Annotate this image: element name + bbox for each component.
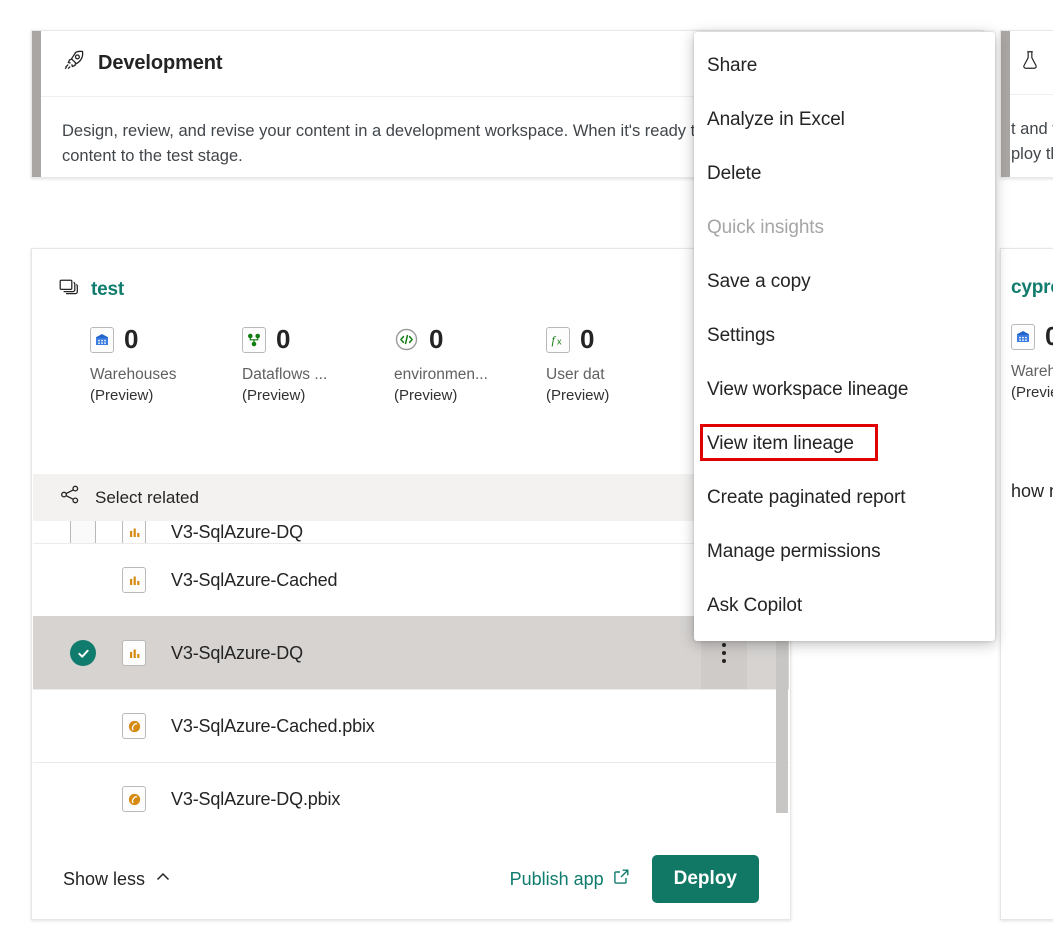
- context-menu[interactable]: Share Analyze in Excel Delete Quick insi…: [694, 32, 995, 641]
- metrics-development: 0 Warehouses (Preview) 0: [32, 302, 790, 406]
- stage-title-development: Development: [98, 52, 223, 75]
- rocket-icon: [62, 49, 86, 78]
- list-item[interactable]: V3-SqlAzure-DQ: [33, 521, 789, 543]
- dataflow-icon: [242, 327, 266, 353]
- menu-item-delete[interactable]: Delete: [694, 147, 995, 201]
- svg-text:x: x: [557, 337, 562, 347]
- menu-item-share[interactable]: Share: [694, 39, 995, 93]
- item-checkbox[interactable]: [33, 521, 111, 543]
- list-item-name: V3-SqlAzure-DQ: [157, 643, 303, 664]
- show-more-test[interactable]: how m: [1011, 481, 1053, 502]
- stage-accent-bar: [32, 31, 41, 177]
- warehouse-icon: [90, 327, 114, 353]
- metric-count-test: 0: [1045, 321, 1053, 352]
- metric-warehouses[interactable]: 0 Warehouses (Preview): [90, 324, 242, 406]
- workspace-name-test: cypres: [1011, 277, 1053, 299]
- metric-count-environments: 0: [429, 324, 443, 355]
- metric-environments[interactable]: 0 environmen... (Preview): [394, 324, 546, 406]
- metric-label-test: Wareh: [1011, 361, 1053, 382]
- warehouse-icon: [1011, 324, 1035, 350]
- flask-icon: [1019, 49, 1041, 76]
- metric-label-user-data-functions: User dat: [546, 364, 698, 385]
- list-item[interactable]: V3-SqlAzure-Cached.pbix: [33, 689, 789, 762]
- list-item[interactable]: V3-SqlAzure-DQ.pbix: [33, 762, 789, 835]
- metric-preview-test: (Previe: [1011, 382, 1053, 403]
- environment-icon: [394, 327, 419, 352]
- deploy-button[interactable]: Deploy: [652, 855, 759, 903]
- metric-dataflows[interactable]: 0 Dataflows ... (Preview): [242, 324, 394, 406]
- list-item-name: V3-SqlAzure-Cached: [157, 570, 337, 591]
- external-link-icon: [613, 868, 630, 890]
- semantic-model-icon: [111, 713, 157, 739]
- chevron-up-icon: [154, 868, 172, 891]
- report-icon: [111, 521, 157, 543]
- metric-count-warehouses: 0: [124, 324, 138, 355]
- select-related-bar: Select related 1 s: [33, 474, 789, 521]
- more-vertical-icon: [722, 643, 726, 663]
- menu-item-view-workspace-lineage[interactable]: View workspace lineage: [694, 363, 995, 417]
- menu-item-quick-insights: Quick insights: [694, 201, 995, 255]
- list-item[interactable]: V3-SqlAzure-Cached: [33, 543, 789, 616]
- related-items-list[interactable]: V3-SqlAzure-DQ V3-SqlAzure-Cached: [33, 521, 789, 841]
- workspace-icon: [58, 277, 80, 302]
- menu-item-create-paginated-report[interactable]: Create paginated report: [694, 471, 995, 525]
- menu-item-ask-copilot[interactable]: Ask Copilot: [694, 579, 995, 633]
- report-icon: [111, 640, 157, 666]
- content-card-test: cypres 0 Wareh (Previe how m: [1000, 248, 1053, 920]
- item-selected-check[interactable]: [33, 640, 111, 666]
- metric-label-dataflows: Dataflows ...: [242, 364, 394, 385]
- report-icon: [111, 567, 157, 593]
- workspace-name-development: test: [91, 279, 124, 301]
- menu-item-analyze-in-excel[interactable]: Analyze in Excel: [694, 93, 995, 147]
- metric-label-warehouses: Warehouses: [90, 364, 242, 385]
- checkmark-icon: [70, 640, 96, 666]
- list-item-selected[interactable]: V3-SqlAzure-DQ: [33, 616, 789, 689]
- content-card-development: test 0 Warehouses (Preview): [31, 248, 791, 920]
- workspace-row-test[interactable]: cypres: [1001, 249, 1053, 299]
- list-scrollbar-thumb[interactable]: [776, 641, 788, 813]
- workspace-row-development[interactable]: test: [32, 249, 790, 302]
- metric-preview-dataflows: (Preview): [242, 385, 394, 406]
- card-footer: Show less Publish app Deploy: [33, 840, 789, 918]
- list-item-name: V3-SqlAzure-DQ.pbix: [157, 789, 340, 810]
- metric-preview-environments: (Preview): [394, 385, 546, 406]
- menu-item-view-item-lineage[interactable]: View item lineage: [694, 417, 995, 471]
- menu-item-save-a-copy[interactable]: Save a copy: [694, 255, 995, 309]
- test-desc-line1: t and v: [1011, 120, 1053, 138]
- stage-accent-bar-test: [1001, 31, 1010, 177]
- list-item-name: V3-SqlAzure-DQ: [157, 522, 303, 543]
- show-less-button[interactable]: Show less: [33, 868, 172, 891]
- list-item-name: V3-SqlAzure-Cached.pbix: [157, 716, 375, 737]
- semantic-model-icon: [111, 786, 157, 812]
- user-data-function-icon: f x: [546, 327, 570, 353]
- metric-preview-warehouses: (Preview): [90, 385, 242, 406]
- select-related-label: Select related: [95, 488, 199, 508]
- metric-preview-user-data-functions: (Preview): [546, 385, 698, 406]
- metric-count-dataflows: 0: [276, 324, 290, 355]
- deployment-pipeline-screen: Development Design, review, and revise y…: [0, 0, 1053, 949]
- test-desc-line2: ploy the: [1011, 145, 1053, 163]
- metric-warehouses-test[interactable]: 0 Wareh (Previe: [1011, 321, 1053, 403]
- publish-app-button[interactable]: Publish app: [510, 868, 630, 890]
- show-less-label: Show less: [63, 869, 145, 890]
- metric-user-data-functions[interactable]: f x 0 User dat (Preview): [546, 324, 698, 406]
- metric-count-user-data-functions: 0: [580, 324, 594, 355]
- svg-text:f: f: [551, 333, 556, 347]
- publish-app-label: Publish app: [510, 869, 604, 890]
- menu-item-manage-permissions[interactable]: Manage permissions: [694, 525, 995, 579]
- menu-item-settings[interactable]: Settings: [694, 309, 995, 363]
- metric-label-environments: environmen...: [394, 364, 546, 385]
- stage-card-test: Test t and v ploy the: [1000, 30, 1053, 178]
- share-nodes-icon: [59, 484, 81, 511]
- metrics-test: 0 Wareh (Previe: [1001, 299, 1053, 403]
